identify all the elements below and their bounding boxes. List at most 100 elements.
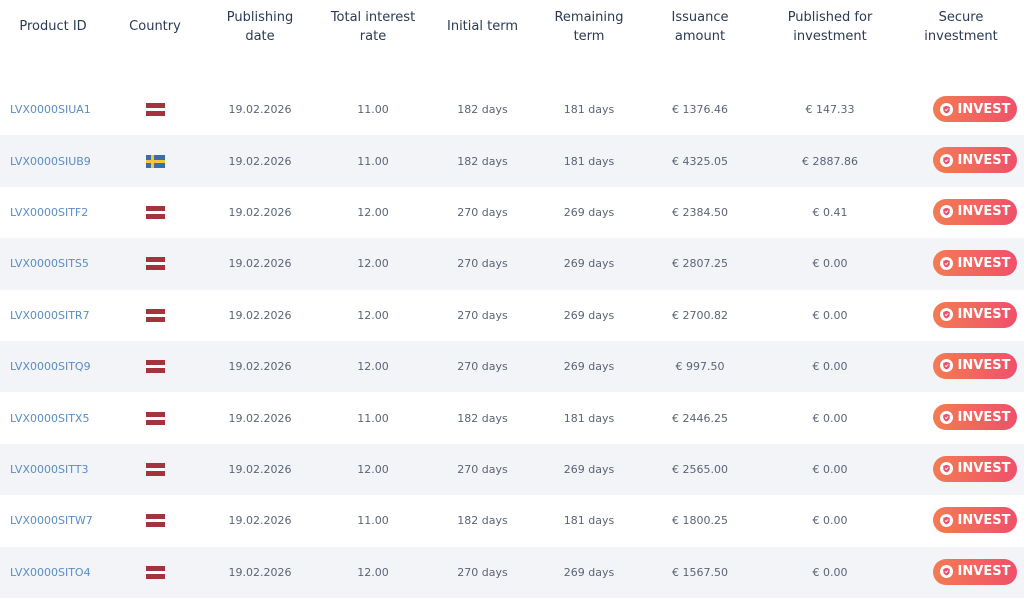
issuance-amount-cell: € 2807.25 (672, 257, 728, 271)
column-header-published-for-investment: Published for investment (770, 8, 890, 46)
issuance-amount-cell: € 997.50 (675, 360, 725, 374)
column-header-country: Country (129, 19, 181, 34)
column-header-issuance-amount-line: amount (674, 29, 726, 44)
initial-term-cell: 270 days (457, 205, 508, 219)
column-header-publishing-date-line: Publishing (226, 10, 294, 25)
table-row: LVX0000SITT3 19.02.2026 12.00 270 days 269 d… (0, 443, 1024, 496)
shield-check-icon (939, 410, 953, 424)
column-header-secure-investment: Secure investment (915, 8, 1007, 46)
interest-rate-cell: 12.00 (357, 257, 389, 271)
product-id-link[interactable]: LVX0000SITW7 (10, 495, 120, 546)
table-row: LVX0000SIUB9 19.02.2026 11.00 182 days 181 d… (0, 135, 1024, 187)
publishing-date-cell: 19.02.2026 (228, 462, 292, 476)
product-id-link[interactable]: LVX0000SITO4 (10, 547, 120, 598)
published-for-investment-cell: € 147.33 (805, 103, 855, 117)
initial-term-cell: 270 days (457, 462, 508, 476)
initial-term-cell: 182 days (457, 514, 508, 528)
published-for-investment-cell: € 0.00 (812, 308, 848, 322)
issuance-amount-cell: € 2384.50 (672, 205, 728, 219)
invest-button[interactable]: INVEST (933, 558, 1017, 585)
product-id-link[interactable]: LVX0000SITQ9 (10, 341, 120, 392)
invest-button[interactable]: INVEST (933, 352, 1017, 379)
remaining-term-cell: 181 days (563, 154, 615, 168)
remaining-term-cell: 269 days (563, 462, 615, 476)
column-header-remaining-term-line: term (573, 29, 605, 44)
issuance-amount-cell: € 4325.05 (672, 154, 728, 168)
table-row: LVX0000SITW7 19.02.2026 11.00 182 days 181 d… (0, 495, 1024, 546)
shield-check-icon (939, 102, 953, 116)
invest-button[interactable]: INVEST (933, 198, 1017, 225)
initial-term-cell: 270 days (457, 257, 508, 271)
remaining-term-cell: 181 days (563, 514, 615, 528)
invest-button[interactable]: INVEST (933, 301, 1017, 328)
product-id-link[interactable]: LVX0000SIUA1 (10, 84, 120, 135)
remaining-term-cell: 269 days (563, 205, 615, 219)
table-header: Product ID Country Publishing date Total int… (0, 0, 1024, 84)
publishing-date-cell: 19.02.2026 (228, 565, 292, 579)
invest-button[interactable]: INVEST (933, 96, 1017, 122)
product-id-link[interactable]: LVX0000SITX5 (10, 392, 120, 443)
publishing-date-cell: 19.02.2026 (228, 360, 292, 374)
shield-check-icon (939, 256, 953, 270)
invest-button[interactable]: INVEST (933, 404, 1017, 431)
interest-rate-cell: 12.00 (357, 205, 389, 219)
column-header-product-id: Product ID (19, 19, 87, 34)
invest-button[interactable]: INVEST (933, 250, 1017, 277)
invest-button[interactable]: INVEST (933, 147, 1017, 174)
country-cell (115, 238, 195, 289)
product-id-link[interactable]: LVX0000SITR7 (10, 290, 120, 341)
column-header-published-for-investment-line: investment (793, 29, 867, 44)
column-header-published-for-investment-line: Published for (787, 10, 873, 25)
shield-check-icon (939, 308, 953, 322)
column-header-interest-rate-line: Total interest (330, 10, 416, 25)
shield-check-icon (939, 205, 953, 219)
column-header-interest-rate: Total interest rate (318, 8, 428, 46)
invest-button-label: INVEST (957, 564, 1011, 580)
latvia-flag-icon (145, 308, 165, 322)
published-for-investment-cell: € 0.00 (812, 257, 848, 271)
interest-rate-cell: 12.00 (357, 462, 389, 476)
issuance-amount-cell: € 2446.25 (672, 411, 728, 425)
table-row: LVX0000SITX5 19.02.2026 11.00 182 days 181 d… (0, 392, 1024, 443)
remaining-term-cell: 269 days (563, 308, 615, 322)
latvia-flag-icon (145, 205, 165, 219)
table-row: LVX0000SITF2 19.02.2026 12.00 270 days 269 d… (0, 187, 1024, 238)
publishing-date-cell: 19.02.2026 (228, 411, 292, 425)
column-header-interest-rate-line: rate (359, 29, 387, 44)
issuance-amount-cell: € 1376.46 (672, 103, 728, 117)
published-for-investment-cell: € 0.00 (812, 411, 848, 425)
product-id-link[interactable]: LVX0000SIUB9 (10, 135, 120, 186)
table-row: LVX0000SITQ9 19.02.2026 12.00 270 days 269 d… (0, 340, 1024, 393)
interest-rate-cell: 11.00 (357, 154, 389, 168)
interest-rate-cell: 12.00 (357, 360, 389, 374)
invest-button-label: INVEST (957, 358, 1011, 374)
published-for-investment-cell: € 0.41 (812, 205, 848, 219)
country-cell (115, 187, 195, 238)
remaining-term-cell: 181 days (563, 103, 615, 117)
shield-check-icon (939, 565, 953, 579)
shield-check-icon (939, 359, 953, 373)
country-cell (115, 290, 195, 341)
published-for-investment-cell: € 0.00 (812, 565, 848, 579)
product-id-link[interactable]: LVX0000SITS5 (10, 238, 120, 289)
table-row: LVX0000SIUA1 19.02.2026 11.00 182 days 181 d… (0, 84, 1024, 135)
country-cell (115, 444, 195, 495)
interest-rate-cell: 11.00 (357, 411, 389, 425)
published-for-investment-cell: € 0.00 (812, 360, 848, 374)
column-header-remaining-term: Remaining term (540, 8, 638, 46)
invest-button[interactable]: INVEST (933, 455, 1017, 482)
invest-button-label: INVEST (957, 255, 1011, 271)
column-header-publishing-date-line: date (245, 29, 275, 44)
table-row: LVX0000SITO4 19.02.2026 12.00 270 days 269 d… (0, 546, 1024, 598)
product-id-link[interactable]: LVX0000SITT3 (10, 444, 120, 495)
publishing-date-cell: 19.02.2026 (228, 103, 292, 117)
product-id-link[interactable]: LVX0000SITF2 (10, 187, 120, 238)
country-cell (115, 84, 195, 135)
shield-check-icon (939, 153, 953, 167)
country-cell (115, 547, 195, 598)
table-body: LVX0000SIUA1 19.02.2026 11.00 182 days 181 d… (0, 84, 1024, 598)
invest-button[interactable]: INVEST (933, 507, 1017, 534)
published-for-investment-cell: € 0.00 (812, 514, 848, 528)
column-header-initial-term: Initial term (447, 19, 518, 34)
remaining-term-cell: 269 days (563, 360, 615, 374)
